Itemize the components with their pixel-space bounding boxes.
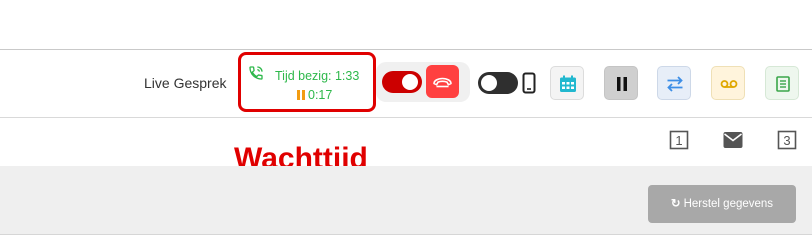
busy-time-label: Tijd bezig: 1:33 [275, 69, 360, 83]
hold-icon [297, 90, 305, 100]
hold-button[interactable] [604, 66, 638, 100]
content-area: ↻ Herstel gegevens [0, 166, 812, 235]
transfer-button[interactable] [657, 66, 691, 100]
toggle-knob [481, 75, 497, 91]
live-call-title: Live Gesprek [144, 75, 227, 91]
tab-1[interactable]: 1 [669, 130, 689, 150]
hangup-button[interactable] [426, 65, 459, 98]
tab-3-box: 3 [777, 130, 797, 150]
toggle-knob [402, 74, 418, 90]
tab-messages[interactable] [723, 130, 743, 150]
tab-1-label: 1 [675, 133, 682, 148]
call-toggle[interactable] [382, 71, 422, 93]
calendar-icon [560, 75, 576, 92]
transfer-icon [667, 76, 683, 92]
tab-3[interactable]: 3 [777, 130, 797, 150]
voicemail-icon [720, 80, 738, 88]
call-control-group [376, 62, 470, 102]
hold-time-row: 0:17 [297, 88, 332, 102]
tab-3-label: 3 [783, 133, 790, 148]
hangup-icon [433, 77, 452, 88]
reset-data-button[interactable]: ↻ Herstel gegevens [648, 185, 796, 223]
call-bar: Live Gesprek Tijd bezig: 1:33 0:17 [0, 50, 812, 118]
top-bar [0, 0, 812, 50]
phone-ringing-icon [249, 66, 263, 80]
call-timer-box: Tijd bezig: 1:33 0:17 [238, 52, 376, 112]
device-toggle[interactable] [478, 72, 518, 94]
phonebook-button[interactable] [765, 66, 799, 100]
refresh-icon: ↻ [670, 198, 681, 210]
voicemail-button[interactable] [711, 66, 745, 100]
pause-icon [617, 77, 627, 91]
phonebook-icon [776, 76, 790, 92]
reset-data-label: Herstel gegevens [683, 198, 774, 210]
calendar-button[interactable] [550, 66, 584, 100]
envelope-icon [723, 132, 743, 148]
hold-time-value: 0:17 [308, 88, 333, 102]
tab-1-box: 1 [669, 130, 689, 150]
mobile-phone-icon [522, 72, 536, 94]
